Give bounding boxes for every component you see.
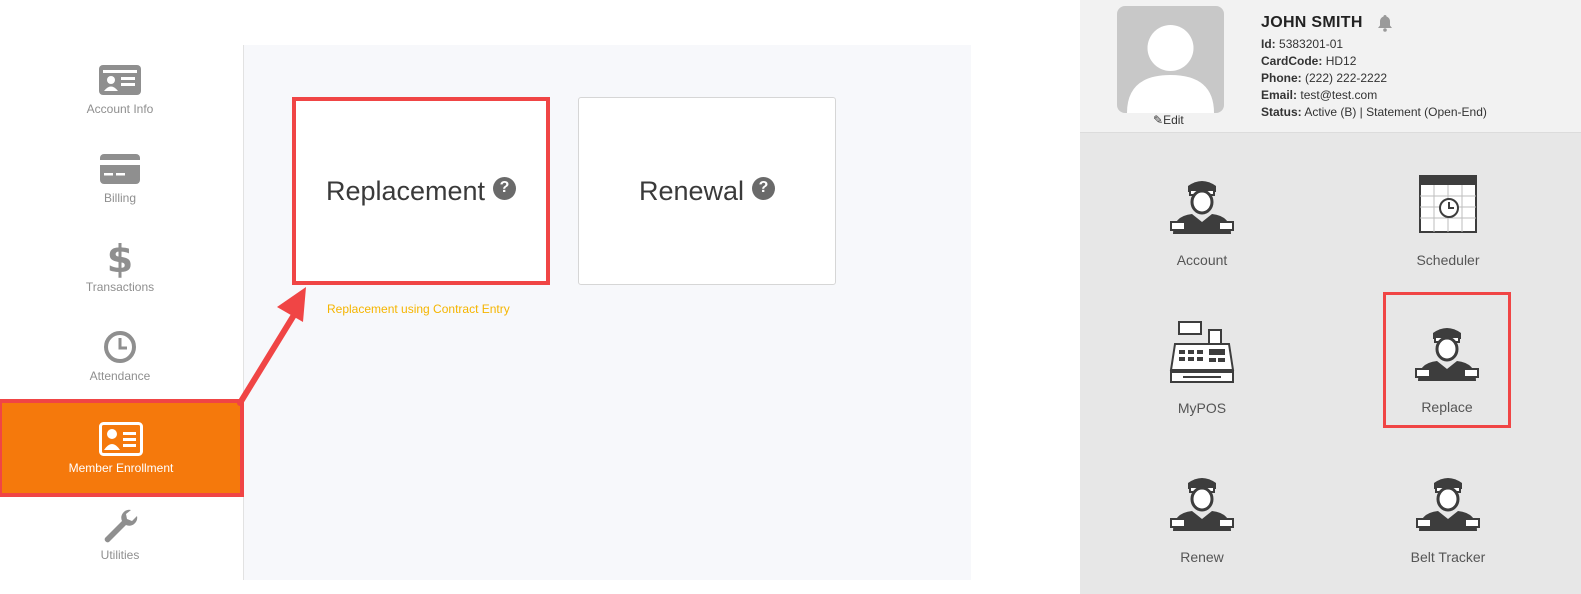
renewal-tile[interactable]: Renewal ? — [578, 97, 836, 285]
app-account[interactable]: Account — [1142, 170, 1262, 300]
app-mypos[interactable]: MyPOS — [1142, 318, 1262, 448]
replacement-hint: Replacement using Contract Entry — [327, 302, 510, 316]
app-label: Belt Tracker — [1410, 549, 1486, 565]
member-phone: Phone: (222) 222-2222 — [1261, 71, 1388, 85]
wrench-icon — [97, 508, 143, 544]
tile-label: Replacement — [325, 175, 486, 206]
app-label: MyPOS — [1177, 400, 1227, 416]
edit-avatar-link[interactable]: ✎Edit — [1153, 113, 1184, 127]
member-email: Email: test@test.com — [1261, 88, 1378, 102]
avatar[interactable] — [1117, 6, 1224, 113]
member-name: JOHN SMITH — [1261, 14, 1363, 31]
calendar-icon — [1419, 175, 1477, 233]
credit-card-icon — [97, 151, 143, 187]
sidebar-item-billing[interactable]: Billing — [0, 134, 240, 222]
sidebar-item-utilities[interactable]: Utilities — [0, 491, 240, 579]
profile-card: ✎Edit JOHN SMITH Id: 5383201-01 CardCode… — [1080, 0, 1581, 133]
tile-label: Renewal — [638, 175, 745, 206]
person-icon — [1170, 181, 1234, 234]
sidebar: Account Info Billing $ Transactions Atte… — [0, 45, 244, 580]
replacement-tile[interactable]: Replacement ? — [292, 97, 550, 285]
sidebar-item-label: Utilities — [100, 548, 140, 562]
person-icon — [1416, 478, 1480, 531]
person-icon — [1415, 328, 1479, 381]
bell-icon[interactable] — [1376, 14, 1394, 32]
sidebar-item-label: Account Info — [86, 102, 154, 116]
sidebar-item-label: Transactions — [85, 280, 155, 294]
sidebar-item-transactions[interactable]: $ Transactions — [0, 223, 240, 311]
app-label: Account — [1176, 252, 1228, 268]
sidebar-item-label: Attendance — [89, 369, 151, 383]
member-status: Status: Active (B) | Statement (Open-End… — [1261, 105, 1487, 119]
sidebar-item-label: Member Enrollment — [68, 461, 174, 475]
id-card-icon — [98, 421, 144, 457]
app-label: Replace — [1421, 399, 1473, 415]
svg-text:$: $ — [107, 238, 133, 278]
sidebar-item-member-enrollment[interactable]: Member Enrollment — [0, 399, 244, 497]
sidebar-item-account-info[interactable]: Account Info — [0, 45, 240, 133]
cash-register-icon — [1169, 321, 1235, 383]
app-scheduler[interactable]: Scheduler — [1388, 170, 1508, 300]
app-replace[interactable]: Replace — [1383, 292, 1511, 428]
member-panel: ✎Edit JOHN SMITH Id: 5383201-01 CardCode… — [1080, 0, 1581, 594]
dollar-icon: $ — [97, 238, 143, 278]
app-renew[interactable]: Renew — [1142, 467, 1262, 594]
help-icon[interactable]: ? — [752, 176, 776, 200]
clock-icon — [97, 329, 143, 365]
help-icon[interactable]: ? — [493, 176, 517, 200]
app-label: Scheduler — [1416, 252, 1480, 268]
sidebar-item-label: Billing — [103, 191, 136, 205]
member-cardcode: CardCode: HD12 — [1261, 54, 1357, 68]
app-belt-tracker[interactable]: Belt Tracker — [1388, 467, 1508, 594]
main-content: Replacement ? Renewal ? Replacement usin… — [244, 45, 971, 580]
sidebar-item-attendance[interactable]: Attendance — [0, 312, 240, 400]
member-id: Id: 5383201-01 — [1261, 37, 1344, 51]
app-label: Renew — [1180, 549, 1224, 565]
edit-icon: ✎ — [1153, 113, 1164, 127]
person-icon — [1170, 478, 1234, 531]
id-card-icon — [97, 62, 143, 98]
